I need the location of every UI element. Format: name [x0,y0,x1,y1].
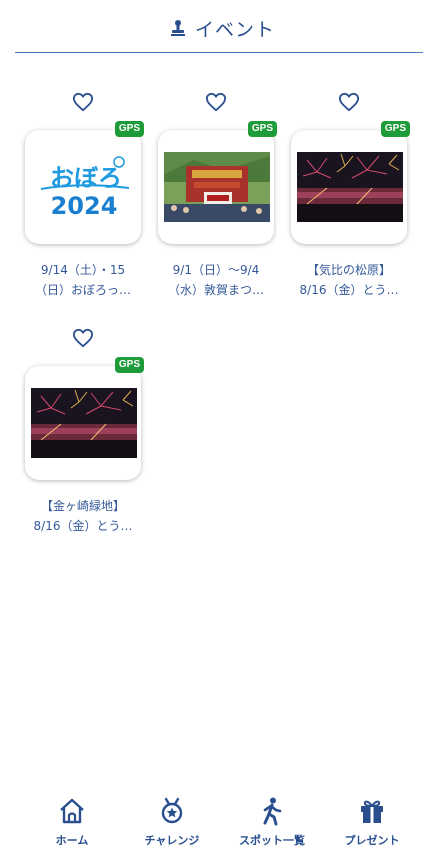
festival-float-photo [164,152,270,222]
event-thumbnail[interactable]: GPS おぼろ 2024 [25,121,144,244]
nav-item-challenge[interactable]: チャレンジ [127,790,217,867]
event-caption-line: （日）おぼろっ… [34,283,131,297]
nav-label: ホーム [55,834,89,847]
nav-label: チャレンジ [144,834,200,847]
bottom-navigation: ホーム チャレンジ スポット一覧 プレゼント [0,790,444,867]
event-photo-image [164,152,270,222]
event-caption-line: 8/16（金）とう… [299,283,399,297]
nav-label: スポット一覧 [239,834,305,847]
event-thumbnail[interactable]: GPS [291,121,410,244]
event-caption[interactable]: 【気比の松原】 8/16（金）とう… [283,260,415,300]
nav-item-home[interactable]: ホーム [27,790,117,867]
header-divider [15,52,423,53]
page-title: イベント [194,18,275,41]
event-caption-line: （水）敦賀まつ… [167,283,264,297]
header-title-group: イベント [169,15,275,42]
event-photo-image [297,152,403,222]
walking-person-icon [263,797,282,826]
medal-icon [161,797,183,824]
page-header: イベント [0,0,444,54]
home-icon [60,798,84,824]
fireworks-photo [31,388,137,458]
heart-outline-icon[interactable] [72,328,94,348]
nav-label: プレゼント [344,834,400,847]
event-caption[interactable]: 9/1（日）～9/4 （水）敦賀まつ… [150,260,282,300]
logo-year: 2024 [51,192,118,220]
gps-badge: GPS [247,121,277,137]
gps-badge: GPS [114,121,144,137]
event-caption-line: 【気比の松原】 [306,263,391,277]
gps-badge: GPS [380,121,410,137]
heart-outline-icon[interactable] [205,92,227,112]
event-caption-line: 9/1（日）～9/4 [172,263,260,277]
event-caption-line: 8/16（金）とう… [33,519,133,533]
event-caption-line: 9/14（土）・15 [40,263,126,277]
event-photo-image [31,388,137,458]
obororo-2024-logo: おぼろ 2024 [31,152,137,222]
gps-badge: GPS [114,357,144,373]
event-caption[interactable]: 9/14（土）・15 （日）おぼろっ… [17,260,149,300]
logo-text: おぼろ [50,164,122,192]
event-caption[interactable]: 【金ヶ崎緑地】 8/16（金）とう… [17,496,149,536]
event-thumbnail[interactable]: GPS [25,357,144,480]
stamp-icon [170,20,185,36]
heart-outline-icon[interactable] [72,92,94,112]
gift-icon [361,800,383,823]
event-thumbnail[interactable]: GPS [158,121,277,244]
heart-outline-icon[interactable] [338,92,360,112]
event-logo-image: おぼろ 2024 [31,152,137,222]
nav-item-present[interactable]: プレゼント [327,790,417,867]
fireworks-photo [297,152,403,222]
event-caption-line: 【金ヶ崎緑地】 [40,499,125,513]
nav-item-spot-list[interactable]: スポット一覧 [227,790,317,867]
